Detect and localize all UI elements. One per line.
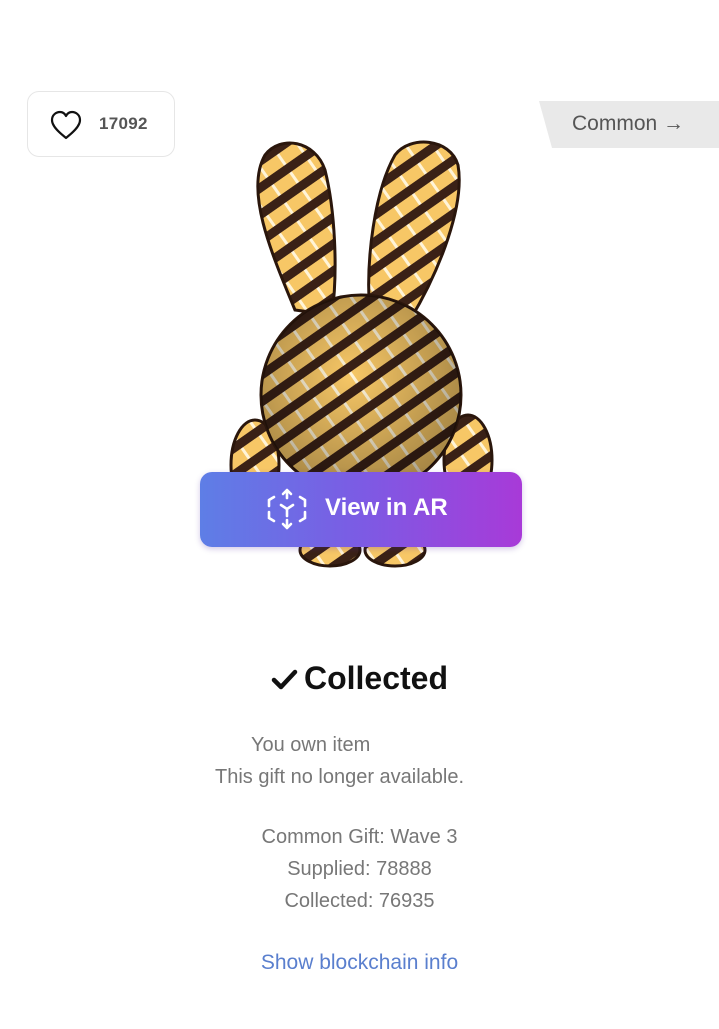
ownership-text: You own item — [251, 734, 371, 756]
availability-text: This gift no longer available. — [215, 766, 465, 788]
gift-name: Common Gift: Wave 3 — [261, 826, 458, 848]
like-count: 17092 — [99, 114, 148, 133]
like-button[interactable]: 17092 — [27, 91, 175, 157]
heart-icon — [50, 110, 82, 140]
view-in-ar-button[interactable]: View in AR — [200, 472, 522, 547]
view-in-ar-label: View in AR — [325, 494, 448, 521]
gift-supplied: Supplied: 78888 — [287, 858, 432, 880]
rarity-label: Common → — [572, 112, 685, 135]
status-title: Collected — [303, 660, 449, 696]
show-blockchain-info-link[interactable]: Show blockchain info — [0, 951, 719, 975]
gift-collected: Collected: 76935 — [284, 890, 435, 912]
collected-status: Collected — [0, 660, 719, 697]
ar-cube-icon — [267, 488, 307, 530]
checkmark-icon — [271, 669, 298, 689]
rarity-link[interactable]: Common → — [539, 101, 719, 148]
